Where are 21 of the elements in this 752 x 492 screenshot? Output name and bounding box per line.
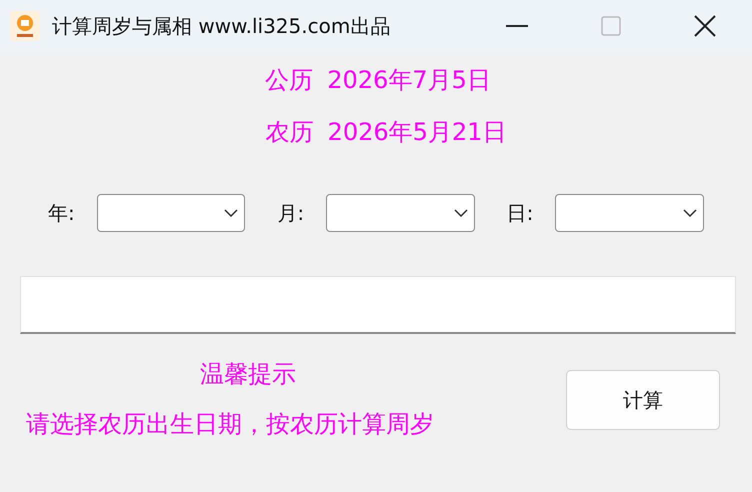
dropdown[interactable] (326, 194, 475, 232)
app-icon (10, 11, 40, 41)
dropdown[interactable] (96, 194, 246, 232)
date-value: 2026年5月21日 (328, 117, 506, 148)
window-title: 计算周岁与属相 www.li325.com出品 (52, 12, 392, 40)
minimize-icon (506, 25, 528, 27)
hint-text: 请选择农历出生日期，按农历计算周岁 (26, 409, 434, 440)
caret-icon (682, 209, 697, 217)
calendar-label: 农历 (266, 117, 314, 148)
date-value: 2026年7月5日 (327, 65, 491, 96)
field-label: 月: (277, 200, 306, 226)
field-label: 年: (48, 200, 76, 226)
calendar-label: 公历 (265, 65, 314, 96)
field-label: 日: (506, 200, 534, 226)
calculate-button[interactable]: 计算 (566, 370, 720, 430)
dropdown[interactable] (555, 194, 704, 232)
hint-title: 温馨提示 (200, 359, 297, 390)
close-icon (694, 15, 716, 37)
caret-icon (224, 209, 238, 217)
caret-icon (454, 209, 468, 217)
maximize-icon (601, 16, 621, 36)
